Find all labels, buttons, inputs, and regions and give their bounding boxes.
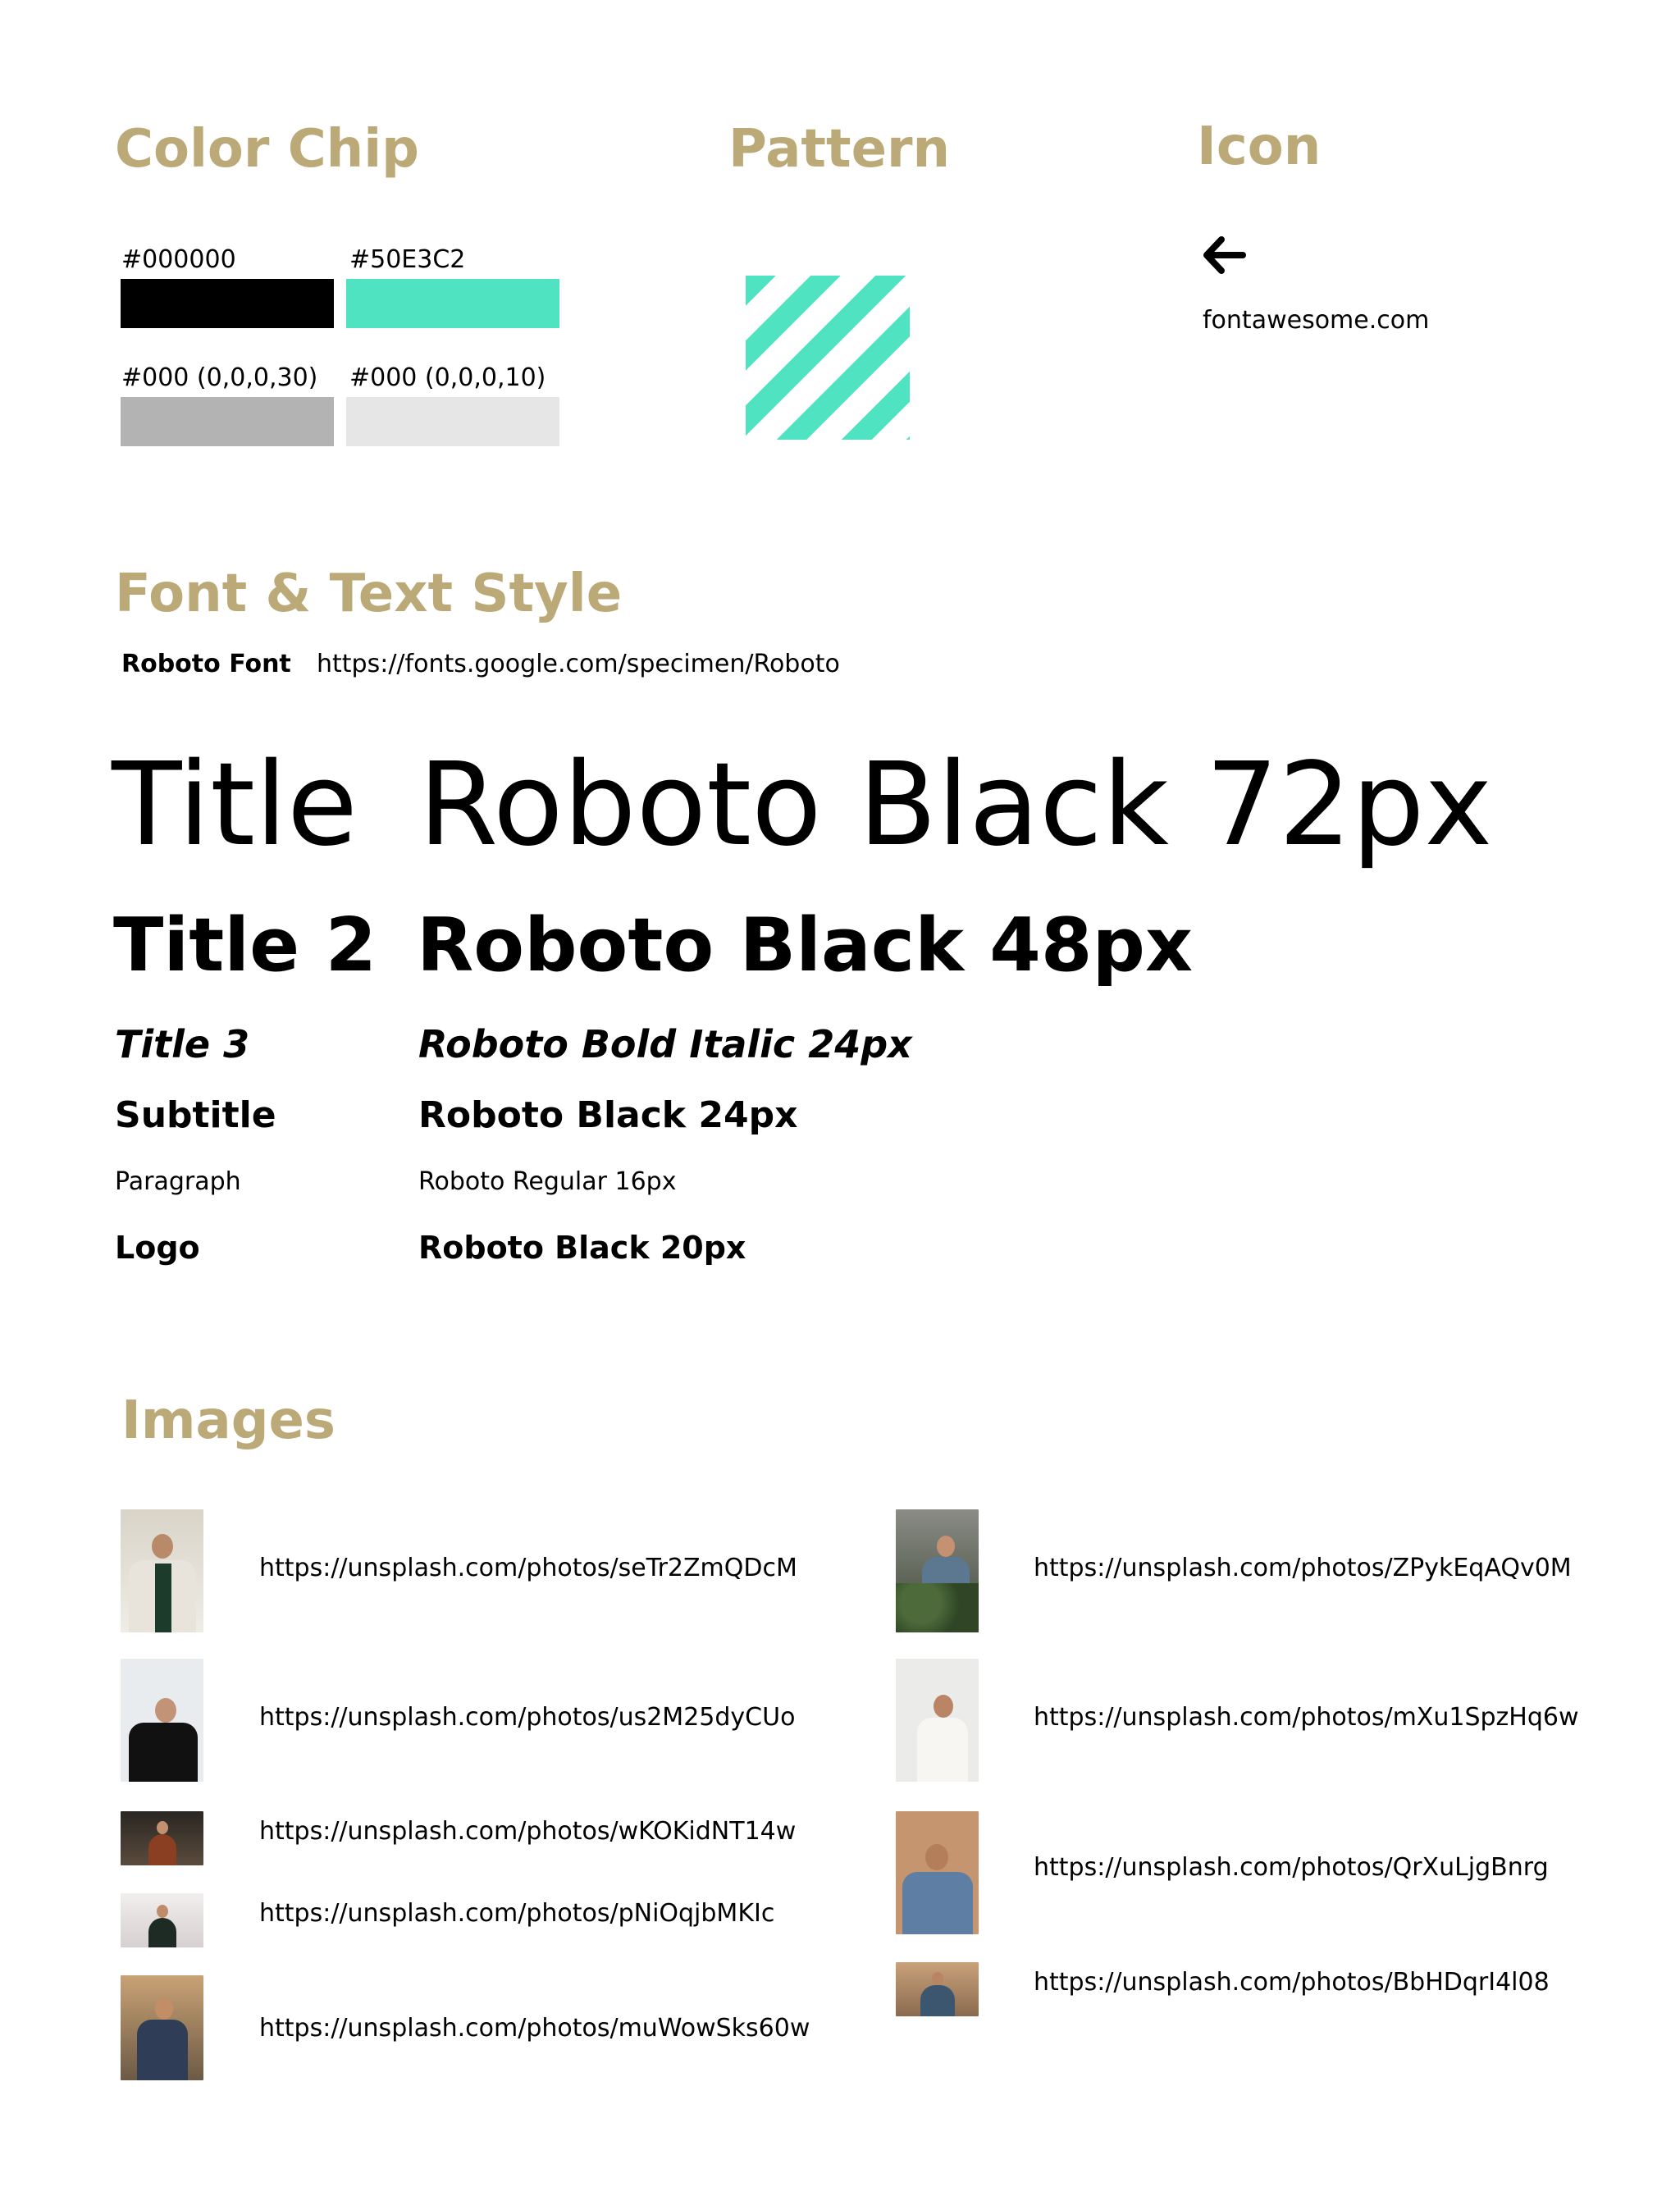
style-name-paragraph: Paragraph	[115, 1167, 241, 1196]
style-name-title: Title	[112, 738, 358, 872]
photo-thumbnail[interactable]	[896, 1509, 979, 1632]
image-url-link[interactable]: https://unsplash.com/photos/BbHDqrI4l08	[1034, 1970, 1550, 1995]
chip-label-gray-10: #000 (0,0,0,10)	[349, 363, 546, 392]
style-spec-paragraph: Roboto Regular 16px	[418, 1167, 677, 1196]
font-url-link[interactable]: https://fonts.google.com/specimen/Roboto	[317, 652, 840, 677]
style-name-subtitle: Subtitle	[115, 1094, 276, 1136]
image-url-link[interactable]: https://unsplash.com/photos/muWowSks60w	[259, 2016, 810, 2041]
font-section-heading: Font & Text Style	[115, 564, 623, 624]
font-name: Roboto Font	[121, 650, 291, 678]
icon-heading: Icon	[1197, 116, 1322, 177]
arrow-left-icon	[1203, 236, 1246, 274]
color-chip-black	[121, 279, 334, 328]
style-spec-title: Roboto Black 72px	[418, 738, 1493, 872]
chip-label-accent: #50E3C2	[349, 245, 466, 274]
photo-thumbnail[interactable]	[121, 1975, 203, 2080]
style-name-title-2: Title 2	[113, 902, 377, 988]
photo-thumbnail[interactable]	[896, 1962, 979, 2016]
image-url-link[interactable]: https://unsplash.com/photos/mXu1SpzHq6w	[1034, 1705, 1579, 1730]
photo-thumbnail[interactable]	[121, 1893, 203, 1947]
style-name-logo: Logo	[115, 1230, 200, 1266]
images-heading: Images	[121, 1390, 336, 1451]
style-name-title-3: Title 3	[115, 1022, 250, 1066]
style-spec-title-2: Roboto Black 48px	[417, 902, 1194, 988]
style-spec-subtitle: Roboto Black 24px	[418, 1094, 798, 1136]
chip-label-gray-30: #000 (0,0,0,30)	[121, 363, 318, 392]
icon-source-text: fontawesome.com	[1203, 306, 1430, 335]
photo-thumbnail[interactable]	[896, 1659, 979, 1782]
style-spec-logo: Roboto Black 20px	[418, 1230, 746, 1266]
image-url-link[interactable]: https://unsplash.com/photos/us2M25dyCUo	[259, 1705, 795, 1730]
stripe-pattern-swatch	[746, 276, 910, 440]
chip-label-black: #000000	[121, 245, 236, 274]
color-chip-heading: Color Chip	[115, 119, 419, 180]
image-url-link[interactable]: https://unsplash.com/photos/wKOKidNT14w	[259, 1819, 796, 1844]
pattern-heading: Pattern	[728, 119, 951, 180]
photo-thumbnail[interactable]	[121, 1659, 203, 1782]
image-url-link[interactable]: https://unsplash.com/photos/ZPykEqAQv0M	[1034, 1556, 1572, 1581]
color-chip-gray-10	[346, 397, 559, 446]
image-url-link[interactable]: https://unsplash.com/photos/QrXuLjgBnrg	[1034, 1856, 1549, 1880]
style-spec-title-3: Roboto Bold Italic 24px	[418, 1022, 912, 1066]
color-chip-accent	[346, 279, 559, 328]
photo-thumbnail[interactable]	[121, 1509, 203, 1632]
image-url-link[interactable]: https://unsplash.com/photos/pNiOqjbMKIc	[259, 1901, 774, 1926]
color-chip-gray-30	[121, 397, 334, 446]
photo-thumbnail[interactable]	[896, 1811, 979, 1934]
photo-thumbnail[interactable]	[121, 1811, 203, 1865]
image-url-link[interactable]: https://unsplash.com/photos/seTr2ZmQDcM	[259, 1556, 797, 1581]
